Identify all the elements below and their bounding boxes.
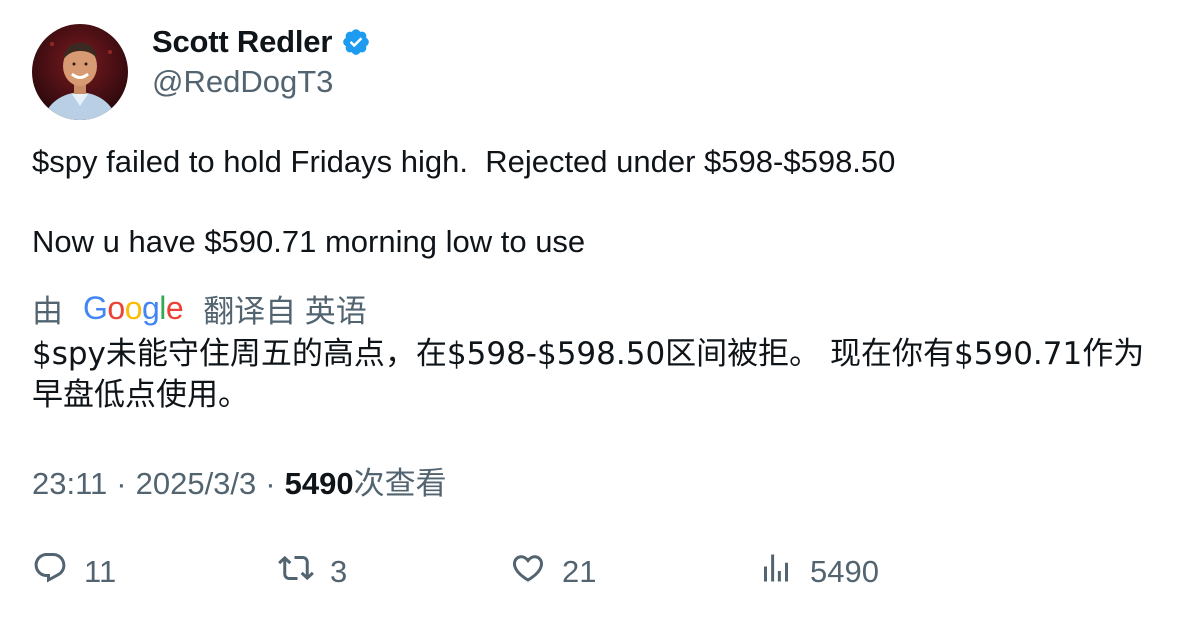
heart-icon bbox=[510, 550, 546, 594]
action-bar: 11 3 21 5490 bbox=[32, 552, 1172, 592]
tweet-text-line-2: Now u have $590.71 morning low to use bbox=[32, 224, 586, 259]
tweet-date[interactable]: 2025/3/3 bbox=[136, 464, 257, 504]
views-action-count: 5490 bbox=[810, 554, 879, 589]
translation-suffix: 翻译自 英语 bbox=[203, 293, 367, 329]
reply-count: 11 bbox=[84, 554, 117, 589]
author-handle[interactable]: @RedDogT3 bbox=[152, 62, 333, 102]
tweet-card: Scott Redler @RedDogT3 $spy failed to ho… bbox=[0, 0, 1196, 618]
reply-button[interactable]: 11 bbox=[32, 552, 116, 592]
tweet-time[interactable]: 23:11 bbox=[32, 464, 107, 504]
tweet-meta: 23:11 · 2025/3/3 · 5490 次查看 bbox=[32, 464, 447, 504]
views-count: 5490 bbox=[284, 466, 354, 501]
author-name[interactable]: Scott Redler bbox=[152, 24, 332, 60]
like-button[interactable]: 21 bbox=[510, 552, 596, 592]
verified-badge-icon bbox=[341, 27, 371, 57]
retweet-count: 3 bbox=[330, 554, 348, 589]
avatar[interactable] bbox=[32, 24, 128, 120]
tweet-text-line-1: $spy failed to hold Fridays high. Reject… bbox=[32, 144, 896, 179]
avatar-image bbox=[32, 24, 128, 120]
author-name-row: Scott Redler bbox=[152, 22, 371, 62]
like-count: 21 bbox=[562, 554, 597, 589]
views-label: 次查看 bbox=[353, 466, 447, 501]
views-button[interactable]: 5490 bbox=[758, 552, 879, 592]
analytics-icon bbox=[758, 550, 794, 594]
google-logo[interactable]: Google bbox=[83, 290, 184, 327]
meta-separator: · bbox=[265, 466, 276, 501]
meta-separator: · bbox=[116, 466, 127, 501]
translation-prefix: 由 bbox=[32, 293, 63, 329]
reply-icon bbox=[32, 550, 68, 594]
translated-text: $spy未能守住周五的高点，在$598-$598.50区间被拒。 现在你有$59… bbox=[32, 336, 1145, 413]
translation-attribution: 由 Google 翻译自 英语 bbox=[32, 288, 367, 329]
retweet-button[interactable]: 3 bbox=[278, 552, 347, 592]
retweet-icon bbox=[278, 550, 314, 594]
